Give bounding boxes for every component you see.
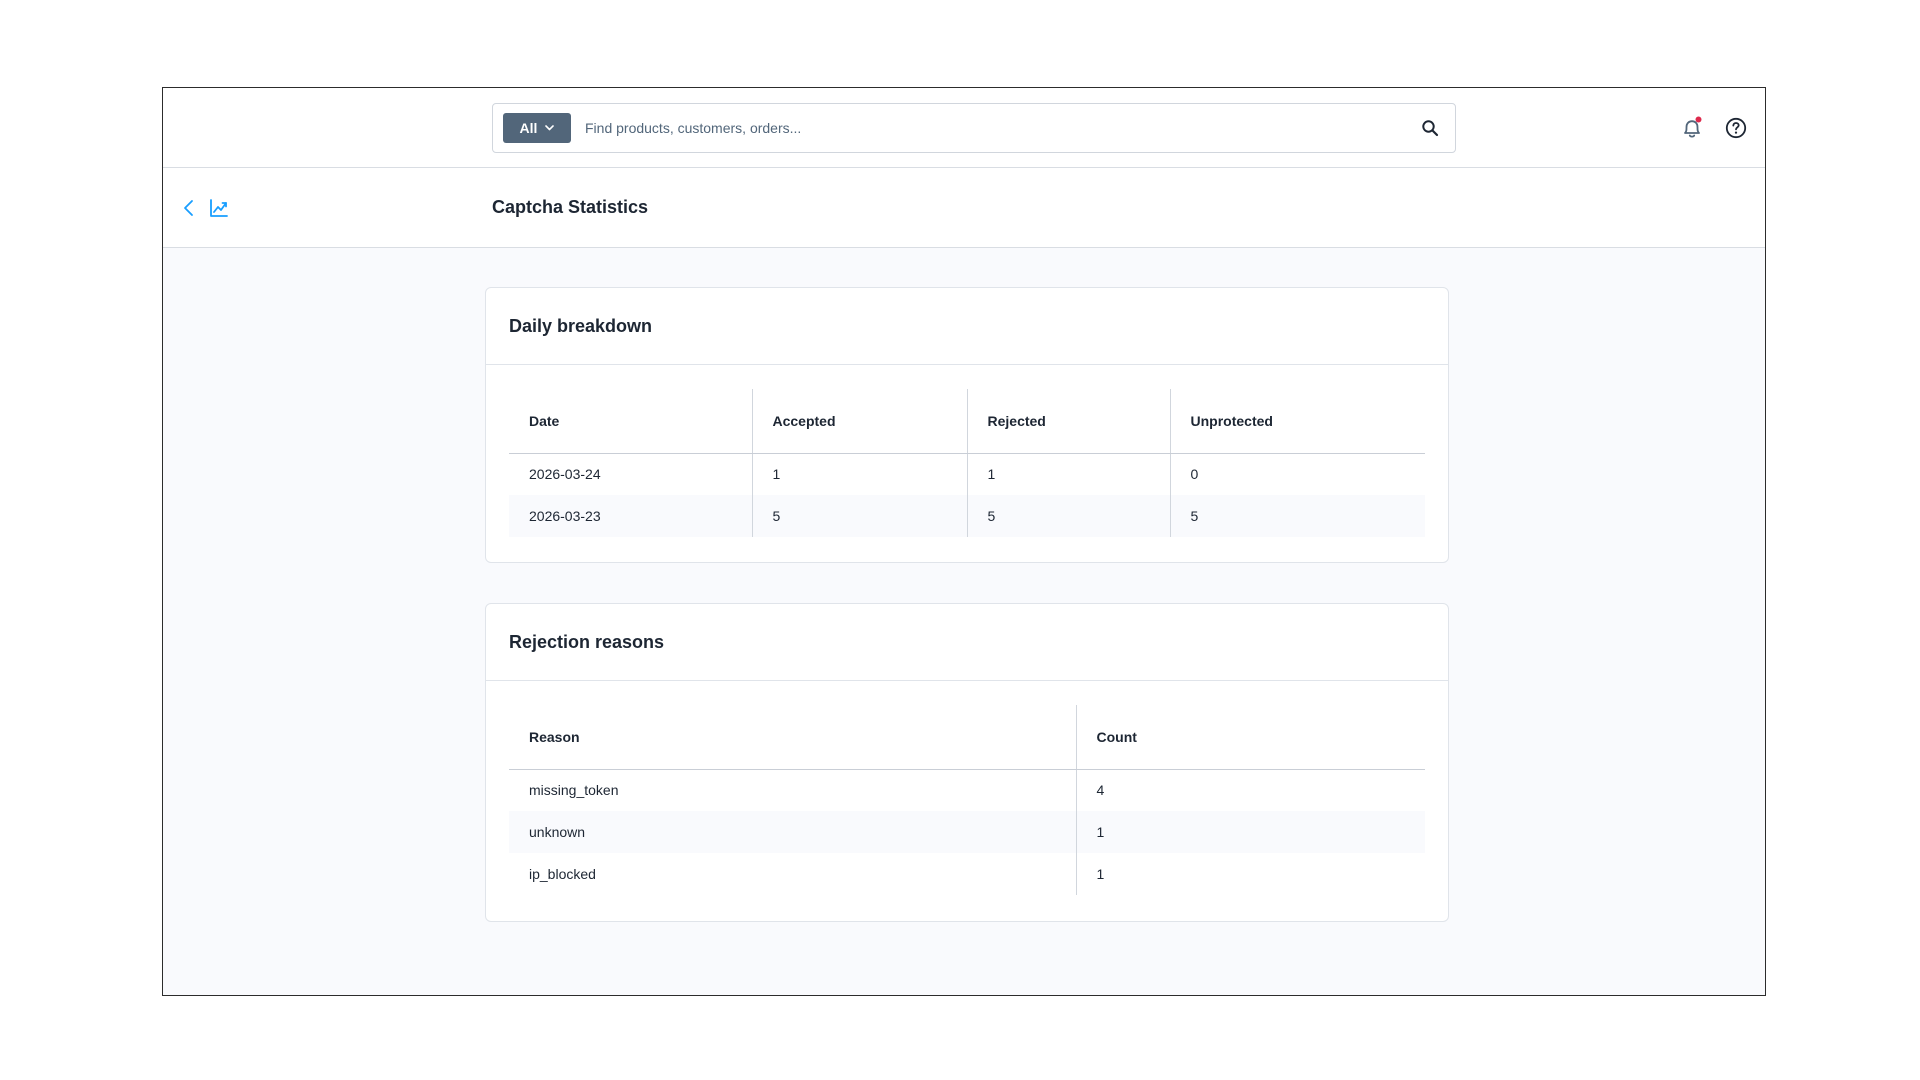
- daily-breakdown-card: Daily breakdown Date Accepted Rejected U…: [485, 287, 1449, 563]
- table-row: 2026-03-23 5 5 5: [509, 495, 1425, 537]
- help-icon[interactable]: [1725, 117, 1747, 139]
- table-row: unknown 1: [509, 811, 1425, 853]
- column-header-date[interactable]: Date: [509, 389, 752, 454]
- search-icon[interactable]: [1421, 119, 1439, 137]
- table-header-row: Date Accepted Rejected Unprotected: [509, 389, 1425, 454]
- rejected-cell: 5: [966, 495, 1170, 537]
- table-row: 2026-03-24 1 1 0: [509, 453, 1425, 495]
- reason-cell: unknown: [509, 811, 1076, 853]
- chart-line-icon[interactable]: [209, 198, 229, 218]
- chevron-left-icon[interactable]: [181, 198, 197, 218]
- count-cell: 1: [1075, 811, 1425, 853]
- reason-cell: missing_token: [529, 782, 619, 799]
- rejection-reasons-table: Reason Count missing_token 4 unknown 1 i…: [509, 705, 1425, 895]
- column-header-rejected[interactable]: Rejected: [966, 389, 1170, 454]
- date-cell: 2026-03-24: [529, 466, 601, 483]
- table-row: ip_blocked 1: [509, 853, 1425, 895]
- rejection-reasons-card: Rejection reasons Reason Count missing_t…: [485, 603, 1449, 922]
- unprotected-cell: 5: [1169, 495, 1425, 537]
- page-header: Captcha Statistics: [163, 168, 1765, 248]
- accepted-cell: 1: [751, 453, 967, 495]
- app-window: All Find products, customers, orders... …: [162, 87, 1766, 996]
- rejected-cell: 1: [966, 453, 1170, 495]
- search-type-dropdown[interactable]: All: [503, 113, 571, 143]
- count-cell: 1: [1075, 853, 1425, 895]
- unprotected-cell: 0: [1169, 453, 1425, 495]
- reason-cell: ip_blocked: [529, 866, 596, 882]
- table-header-row: Reason Count: [509, 705, 1425, 770]
- count-cell: 4: [1075, 769, 1425, 811]
- daily-breakdown-table: Date Accepted Rejected Unprotected 2026-…: [509, 389, 1425, 537]
- notification-dot: [1695, 116, 1702, 123]
- accepted-cell: 5: [751, 495, 967, 537]
- global-search: All: [492, 103, 1456, 153]
- column-header-unprotected[interactable]: Unprotected: [1169, 389, 1425, 454]
- column-header-count[interactable]: Count: [1075, 705, 1425, 770]
- search-type-label: All: [519, 120, 538, 136]
- chevron-down-icon: [545, 125, 555, 131]
- column-header-accepted[interactable]: Accepted: [751, 389, 967, 454]
- rejection-reasons-title: Rejection reasons: [486, 604, 1448, 681]
- bell-icon[interactable]: [1681, 116, 1703, 140]
- search-input[interactable]: [585, 114, 1385, 142]
- column-header-reason[interactable]: Reason: [509, 705, 1076, 770]
- date-cell: 2026-03-23: [509, 495, 752, 537]
- daily-breakdown-title: Daily breakdown: [486, 288, 1448, 365]
- page-title: Captcha Statistics: [492, 197, 649, 217]
- top-bar: All: [163, 88, 1765, 168]
- table-row: missing_token 4: [509, 769, 1425, 811]
